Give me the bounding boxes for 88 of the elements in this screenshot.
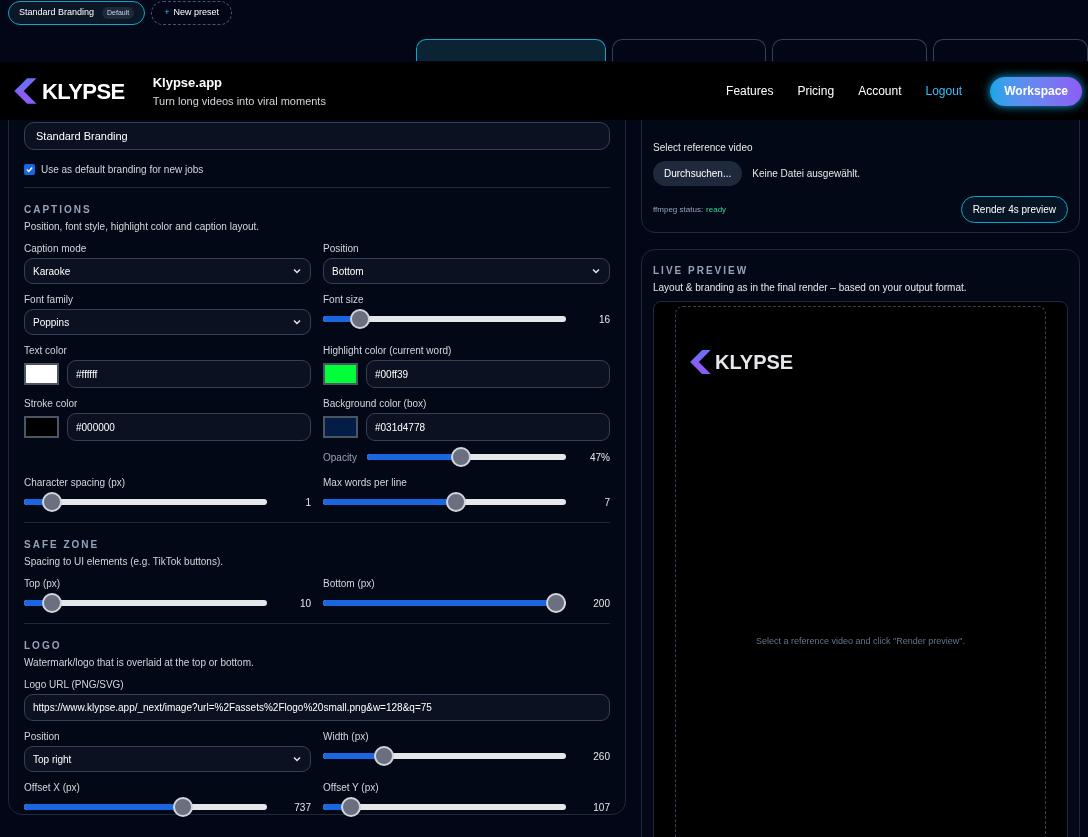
field-label: Max words per line (323, 476, 408, 490)
slider-track[interactable] (24, 797, 267, 817)
field-label: Stroke color (24, 397, 79, 411)
watermark-logo-text: KLYPSE (715, 350, 794, 375)
slider-value: 1 (304, 495, 311, 510)
chevron-down-icon (292, 317, 302, 327)
slider-value: 107 (592, 800, 610, 815)
slider-value: 7 (603, 495, 610, 510)
ffmpeg-status: ffmpeg status: ready (653, 203, 727, 216)
slider-thumb[interactable] (340, 797, 361, 817)
color-input[interactable]: #000000 (67, 413, 311, 441)
app-title: Klypse.app (152, 74, 224, 92)
slider-thumb[interactable] (41, 593, 62, 613)
field-label: Font size (323, 293, 365, 307)
field-label: Offset Y (px) (323, 781, 380, 795)
slider-track[interactable] (323, 746, 566, 766)
chevron-down-icon (292, 266, 302, 276)
section-description: Position, font style, highlight color and caption layout. (24, 220, 261, 234)
select-field[interactable]: Top right (24, 746, 311, 772)
slider-track[interactable] (323, 593, 566, 613)
field-label: Text color (24, 344, 68, 358)
checkbox[interactable] (24, 164, 35, 175)
slider-value: 10 (298, 596, 311, 611)
format-chip[interactable] (416, 39, 606, 61)
section-heading: CAPTIONS (24, 203, 93, 217)
browse-button[interactable]: Durchsuchen... (653, 161, 743, 186)
field-label: Font family (24, 293, 74, 307)
reference-label: Select reference video (653, 141, 754, 155)
field-label: Offset X (px) (24, 781, 81, 795)
slider-value: 260 (592, 749, 610, 764)
color-input[interactable]: #00ff39 (366, 360, 610, 388)
chevron-down-icon (591, 266, 601, 276)
select-field[interactable]: Karaoke (24, 258, 311, 284)
field-label: Caption mode (24, 242, 88, 256)
slider-track[interactable] (323, 309, 566, 329)
field-label: Logo URL (PNG/SVG) (24, 678, 125, 692)
render-preview-button[interactable]: Render 4s preview (960, 196, 1068, 223)
url-input[interactable]: https://www.klypse.app/_next/image?url=%2Fassets%2Flogo%20small.png&w=128&q=75 (24, 694, 610, 721)
section-heading: SAFE ZONE (24, 538, 101, 552)
slider-value: 200 (592, 596, 610, 611)
brand-logo-text: KLYPSE (42, 77, 125, 106)
nav-link[interactable]: Pricing (785, 82, 847, 100)
slider-track[interactable] (323, 797, 566, 817)
field-label: Highlight color (current word) (323, 344, 453, 358)
slider-value: 47% (589, 450, 610, 465)
checkbox-label: Use as default branding for new jobs (41, 163, 204, 177)
color-swatch[interactable] (323, 416, 358, 438)
slider-track[interactable] (367, 447, 566, 467)
slider-thumb[interactable] (173, 797, 194, 817)
file-status: Keine Datei ausgewählt. (752, 167, 861, 181)
app-subtitle: Turn long videos into viral moments (152, 93, 326, 109)
color-input[interactable]: #ffffff (67, 360, 311, 388)
field-label: Position (24, 730, 61, 744)
section-description: Spacing to UI elements (e.g. TikTok buttons). (24, 555, 224, 569)
slider-thumb[interactable] (349, 309, 370, 329)
slider-value: 16 (597, 312, 610, 327)
slider-track[interactable] (24, 492, 267, 512)
select-field[interactable]: Poppins (24, 309, 311, 335)
color-swatch[interactable] (323, 363, 358, 385)
field-label: Opacity (323, 450, 358, 465)
color-swatch[interactable] (24, 363, 59, 385)
field-label: Bottom (px) (323, 577, 376, 591)
slider-track[interactable] (323, 492, 566, 512)
slider-thumb[interactable] (451, 447, 472, 467)
field-label: Width (px) (323, 730, 370, 744)
nav-link[interactable]: Account (846, 82, 914, 100)
slider-value: 737 (293, 800, 311, 815)
section-description: Layout & branding as in the final render – based on your output format. (653, 281, 968, 295)
preset-name-input[interactable]: Standard Branding (24, 122, 610, 150)
section-heading: LIVE PREVIEW (653, 264, 750, 278)
slider-track[interactable] (24, 593, 267, 613)
field-label: Character spacing (px) (24, 476, 127, 490)
slider-thumb[interactable] (41, 492, 62, 512)
slider-thumb[interactable] (445, 492, 466, 512)
field-label: Top (px) (24, 577, 62, 591)
slider-thumb[interactable] (374, 746, 395, 766)
section-heading: LOGO (24, 639, 63, 653)
chevron-down-icon (292, 754, 302, 764)
slider-thumb[interactable] (546, 593, 566, 613)
field-label: Background color (box) (323, 397, 428, 411)
color-input[interactable]: #031d4778 (366, 413, 610, 441)
section-description: Watermark/logo that is overlaid at the top or bottom. (24, 656, 255, 670)
nav-link[interactable]: Features (714, 82, 786, 100)
select-field[interactable]: Bottom (323, 258, 610, 284)
field-label: Position (323, 242, 360, 256)
color-swatch[interactable] (24, 416, 59, 438)
nav-link[interactable]: Logout (913, 82, 975, 100)
preview-hint: Select a reference video and click "Render preview". (755, 635, 966, 648)
